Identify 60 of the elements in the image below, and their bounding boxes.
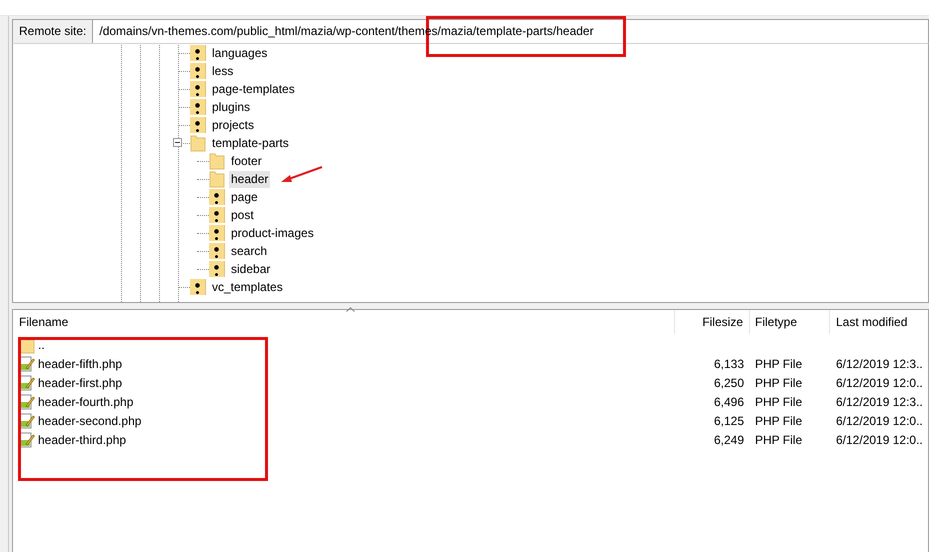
folder-item[interactable]: projects [210,116,256,134]
file-type: PHP File [755,376,802,390]
file-type: PHP File [755,356,802,370]
sort-caret-icon [346,307,355,312]
modified-date: 6/12/2019 12:0.. [836,432,923,446]
file-size: 6,249 [714,432,744,446]
question-folder-icon [190,45,206,61]
question-folder-icon [209,243,225,259]
folder-item[interactable]: sidebar [229,260,272,278]
question-folder-icon [190,99,206,115]
php-file-icon [19,432,35,448]
modified-date: 6/12/2019 12:0.. [836,376,923,390]
question-folder-icon [190,63,206,79]
file-name[interactable]: header-fourth.php [38,394,134,408]
folder-item[interactable]: template-parts [210,134,291,152]
folder-item[interactable]: page [229,188,260,206]
collapse-toggle-icon[interactable] [173,138,182,147]
folder-item[interactable]: page-templates [210,80,297,98]
file-name[interactable]: .. [38,338,45,352]
modified-date: 6/12/2019 12:3.. [836,394,923,408]
modified-date: 6/12/2019 12:0.. [836,414,923,428]
column-header[interactable]: Filesize [675,310,750,334]
php-file-icon [19,412,35,428]
file-name[interactable]: header-fifth.php [38,356,122,370]
question-folder-icon [209,189,225,205]
folder-item[interactable]: languages [210,44,270,62]
file-type: PHP File [755,432,802,446]
file-size: 6,496 [714,394,744,408]
folder-icon [190,134,206,152]
question-folder-icon [209,207,225,223]
folder-item[interactable]: product-images [229,224,316,242]
folder-item[interactable]: less [210,62,236,80]
folder-icon [209,152,225,170]
question-folder-icon [209,261,225,277]
file-name[interactable]: header-second.php [38,414,142,428]
file-name[interactable]: header-first.php [38,376,122,390]
folder-item[interactable]: search [229,242,270,260]
folder-icon [209,170,225,188]
file-type: PHP File [755,414,802,428]
question-folder-icon [209,225,225,241]
folder-item[interactable]: footer [229,152,264,170]
php-file-icon [19,394,35,410]
file-type: PHP File [755,394,802,408]
folder-item[interactable]: post [229,206,256,224]
php-file-icon [19,374,35,390]
file-size: 6,133 [714,356,744,370]
question-folder-icon [190,279,206,295]
column-header[interactable]: Filetype [750,310,830,334]
modified-date: 6/12/2019 12:3.. [836,356,923,370]
folder-item[interactable]: vc_templates [210,278,285,296]
php-file-icon [19,356,35,372]
folder-item[interactable]: plugins [210,98,252,116]
column-header[interactable]: Filename [13,310,675,334]
folder-item[interactable]: header [229,170,270,188]
column-header[interactable]: Last modified [830,310,928,334]
question-folder-icon [190,117,206,133]
file-name[interactable]: header-third.php [38,432,126,446]
file-size: 6,125 [714,414,744,428]
question-folder-icon [190,81,206,97]
file-size: 6,250 [714,376,744,390]
